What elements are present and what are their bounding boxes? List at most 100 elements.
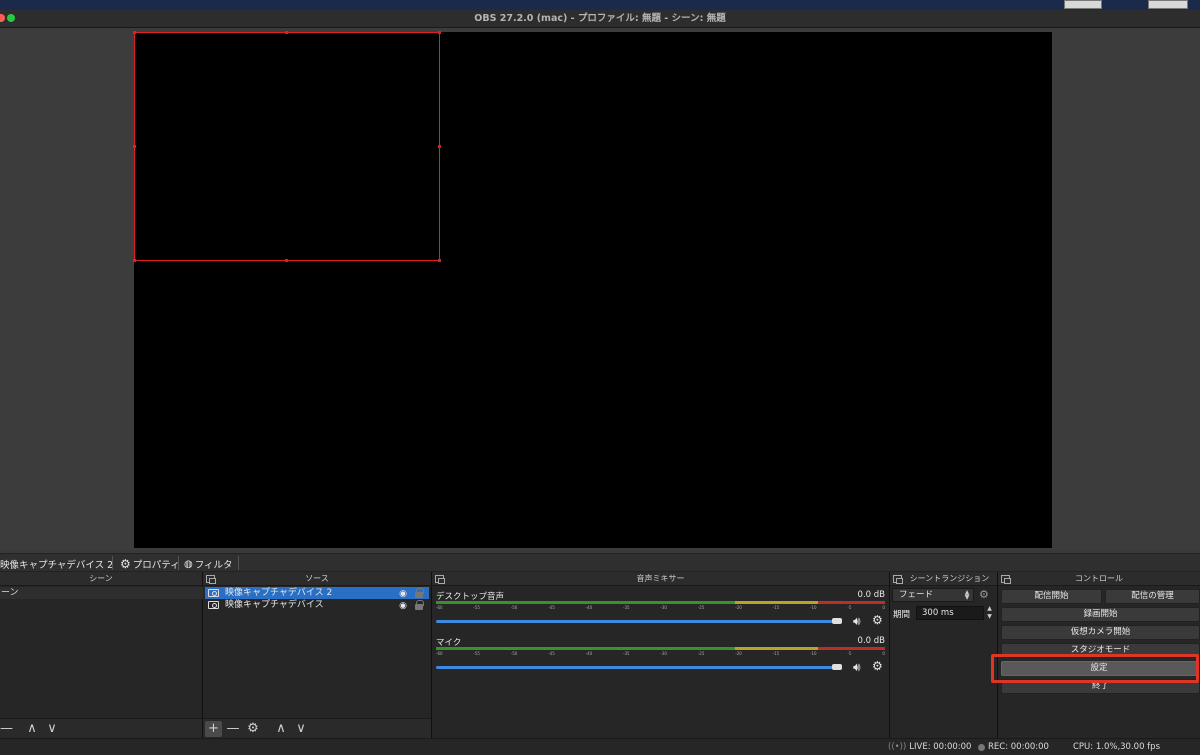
resize-handle[interactable] [133, 31, 136, 34]
live-status: ((•)) LIVE: 00:00:00 [888, 742, 971, 752]
meter-tick-label: -45 [548, 605, 555, 610]
scene-item[interactable]: シーン [0, 587, 203, 599]
filters-label: フィルタ [194, 560, 233, 571]
meter-tick-label: -55 [473, 605, 480, 610]
float-dock-icon[interactable] [893, 575, 903, 584]
start-virtual-camera-button[interactable]: 仮想カメラ開始 [1001, 625, 1200, 640]
mixer-channel-db: 0.0 dB [857, 636, 885, 646]
meter-tick-label: -20 [735, 651, 742, 656]
increment-icon[interactable]: ▲ [985, 605, 994, 612]
sources-header: ソース [203, 572, 431, 586]
meter-scale: -60 -55 -50 -45 -40 -35 -30 -25 -20 -15 -10 -5 0 [436, 651, 885, 657]
properties-button[interactable]: ⚙ プロパティ [120, 557, 180, 571]
filter-icon: ◍ [184, 558, 193, 570]
sources-toolbar: + — ⚙ ∧ ∨ [203, 718, 431, 738]
desktop-thumbnail [1148, 0, 1188, 9]
meter-tick-label: -55 [473, 651, 480, 656]
desktop-thumbnail [1064, 0, 1102, 9]
mixer-header: 音声ミキサー [432, 572, 889, 586]
scenes-title: シーン [89, 574, 113, 583]
resize-handle[interactable] [285, 31, 288, 34]
start-streaming-button[interactable]: 配信開始 [1001, 589, 1102, 604]
filters-button[interactable]: ◍ フィルタ [184, 557, 233, 572]
meter-tick-label: -50 [510, 651, 518, 656]
add-source-button[interactable]: + [205, 721, 222, 737]
scenes-toolbar: — ∧ ∨ [0, 718, 202, 738]
float-dock-icon[interactable] [435, 575, 445, 584]
move-down-icon[interactable]: ∨ [44, 721, 60, 737]
move-up-icon[interactable]: ∧ [273, 721, 289, 737]
resize-handle[interactable] [438, 145, 441, 148]
meter-tick-label: -25 [697, 605, 705, 610]
meter-scale: -60 -55 -50 -45 -40 -35 -30 -25 -20 -15 -10 -5 0 [436, 605, 885, 611]
meter-tick-label: -35 [623, 651, 630, 656]
meter-tick-label: -15 [772, 605, 780, 610]
decrement-icon[interactable]: ▼ [985, 613, 994, 620]
zoom-window-button[interactable] [7, 14, 15, 22]
window-titlebar: OBS 27.2.0 (mac) - プロファイル: 無題 - シーン: 無題 [0, 10, 1200, 28]
meter-tick-label: -10 [810, 605, 817, 610]
float-dock-icon[interactable] [206, 575, 216, 584]
resize-handle[interactable] [133, 259, 136, 262]
resize-handle[interactable] [438, 259, 441, 262]
remove-scene-button[interactable]: — [0, 721, 13, 737]
mixer-channel-db: 0.0 dB [857, 590, 885, 600]
transition-select[interactable]: フェード ▲ ▼ [892, 588, 974, 602]
float-dock-icon[interactable] [1001, 575, 1011, 584]
source-item[interactable]: 映像キャプチャデバイス 2 ◉ [205, 587, 429, 599]
visibility-eye-icon[interactable]: ◉ [399, 600, 407, 612]
divider [178, 556, 179, 570]
scene-item-label: シーン [0, 588, 19, 598]
camera-icon [208, 601, 219, 609]
speaker-icon[interactable]: 🔊︎ [853, 660, 861, 675]
audio-level-meter [436, 647, 885, 650]
transition-gear-icon[interactable]: ⚙ [979, 588, 989, 601]
start-recording-button[interactable]: 録画開始 [1001, 607, 1200, 622]
meter-tick-label: 0 [882, 605, 885, 610]
resize-handle[interactable] [438, 31, 441, 34]
manage-broadcast-button[interactable]: 配信の管理 [1105, 589, 1200, 604]
meter-tick-label: -5 [847, 651, 852, 656]
transitions-header: シーントランジション [890, 572, 997, 586]
meter-tick-label: -15 [772, 651, 780, 656]
source-item-label: 映像キャプチャデバイス 2 [225, 588, 333, 598]
window-title: OBS 27.2.0 (mac) - プロファイル: 無題 - シーン: 無題 [474, 13, 726, 24]
resize-handle[interactable] [133, 145, 136, 148]
volume-slider[interactable] [436, 620, 840, 623]
remove-source-button[interactable]: — [225, 721, 241, 737]
move-down-icon[interactable]: ∨ [293, 721, 309, 737]
source-selection-box[interactable] [134, 32, 440, 261]
scenes-dock: シーン シーン — ∧ ∨ [0, 572, 203, 738]
duration-input[interactable]: 300 ms [916, 606, 984, 620]
duration-label: 期間 [893, 610, 911, 620]
meter-tick-label: -20 [735, 605, 742, 610]
volume-slider-handle[interactable] [832, 618, 842, 624]
sources-dock: ソース 映像キャプチャデバイス 2 ◉ 映像キャプチャデバイス ◉ + — ⚙ … [203, 572, 432, 738]
resize-handle[interactable] [285, 259, 288, 262]
meter-tick-label: 0 [882, 651, 885, 656]
duration-value: 300 ms [922, 608, 954, 618]
transitions-title: シーントランジション [909, 574, 990, 583]
gear-icon[interactable]: ⚙ [872, 659, 883, 673]
selected-source-name: 映像キャプチャデバイス 2 [0, 560, 114, 571]
divider [112, 556, 113, 570]
gear-icon[interactable]: ⚙ [872, 613, 883, 627]
source-properties-gear-icon[interactable]: ⚙ [245, 721, 261, 737]
controls-title: コントロール [1075, 574, 1123, 583]
live-time: LIVE: 00:00:00 [909, 742, 972, 752]
move-up-icon[interactable]: ∧ [24, 721, 40, 737]
audio-level-meter [436, 601, 885, 604]
source-toolbar: 映像キャプチャデバイス 2 ⚙ プロパティ ◍ フィルタ [0, 553, 1200, 572]
volume-slider[interactable] [436, 666, 840, 669]
desktop-background [0, 0, 1200, 10]
status-bar: ((•)) LIVE: 00:00:00 REC: 00:00:00 CPU: … [0, 738, 1200, 755]
meter-tick-label: -60 [436, 605, 443, 610]
meter-tick-label: -40 [585, 651, 593, 656]
volume-slider-handle[interactable] [832, 664, 842, 670]
audio-mixer-dock: 音声ミキサー デスクトップ音声 0.0 dB -60 -55 -50 -45 -40 -3… [432, 572, 890, 738]
lock-icon[interactable] [415, 600, 424, 610]
source-item[interactable]: 映像キャプチャデバイス ◉ [205, 599, 429, 611]
speaker-icon[interactable]: 🔊︎ [853, 614, 861, 629]
lock-icon[interactable] [415, 588, 424, 598]
properties-label: プロパティ [132, 560, 180, 571]
